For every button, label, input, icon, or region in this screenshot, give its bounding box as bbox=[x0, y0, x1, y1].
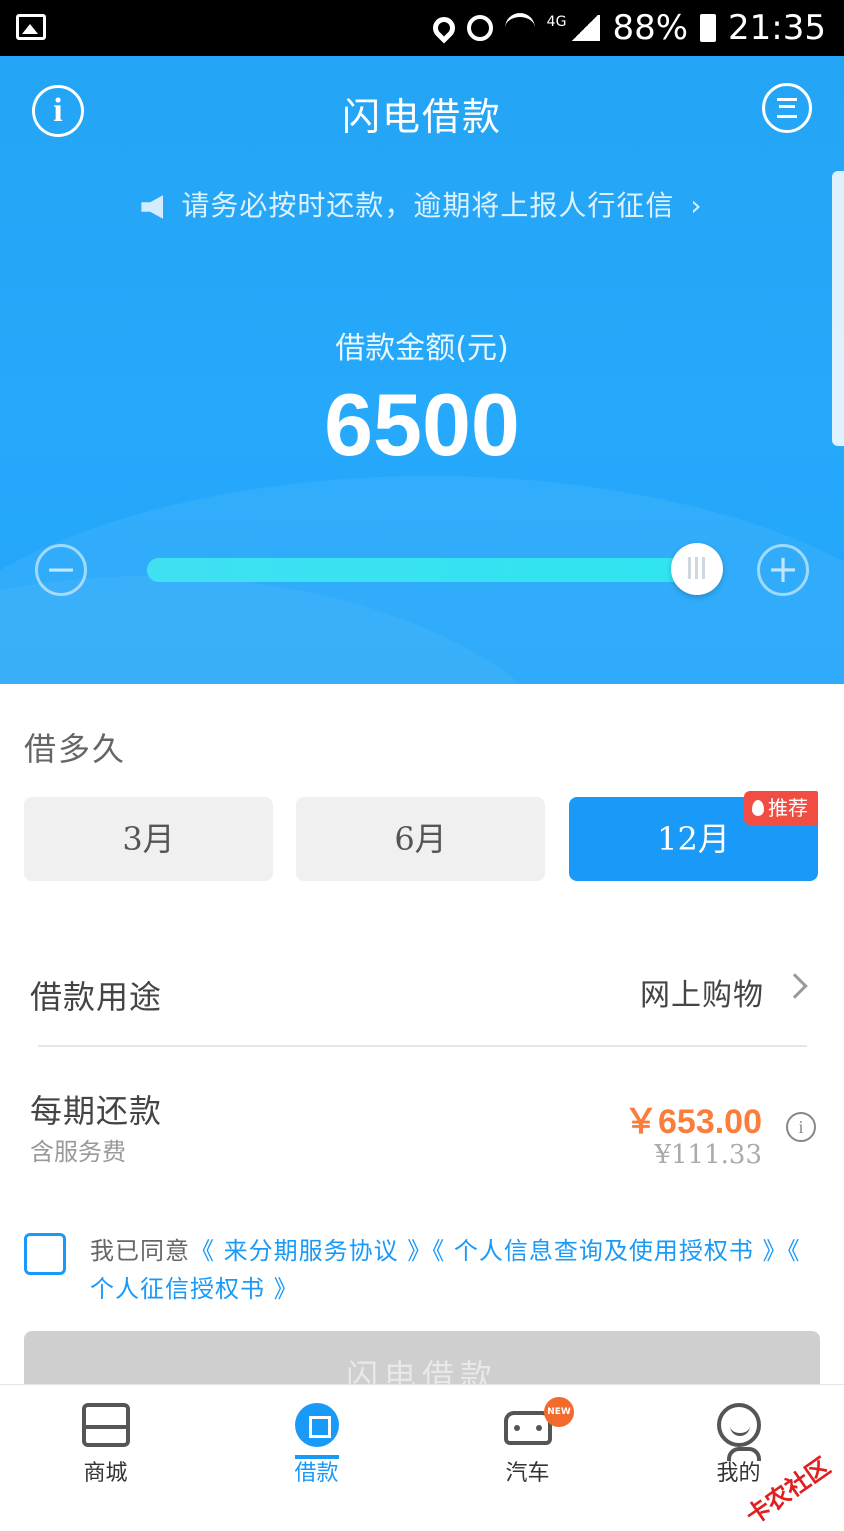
agreement-checkbox[interactable] bbox=[24, 1233, 66, 1275]
tab-label: 汽车 bbox=[505, 1461, 550, 1486]
battery-icon bbox=[700, 14, 717, 42]
purpose-value: 网上购物 bbox=[640, 978, 764, 1013]
page-title: 闪电借款 bbox=[341, 95, 502, 139]
amount-slider[interactable] bbox=[147, 558, 707, 582]
repayment-label: 每期还款 bbox=[30, 1092, 163, 1130]
message-icon[interactable] bbox=[762, 83, 812, 133]
amount-slider-fill bbox=[147, 558, 707, 582]
status-bar: 4G 88% 21:35 bbox=[0, 0, 844, 56]
term-option-12[interactable]: 12月 推荐 bbox=[569, 791, 818, 881]
signal-icon bbox=[570, 15, 601, 41]
amount-slider-handle[interactable] bbox=[671, 543, 723, 595]
network-type: 4G bbox=[546, 14, 567, 30]
term-section-title: 借多久 bbox=[24, 730, 127, 768]
decrease-amount-button[interactable]: − bbox=[35, 544, 87, 596]
repayment-sub-label: 含服务费 bbox=[30, 1138, 126, 1166]
recommend-badge-label: 推荐 bbox=[768, 796, 808, 820]
amount-label: 借款金额(元) bbox=[335, 331, 509, 366]
tab-loan[interactable]: 借款 bbox=[211, 1385, 422, 1501]
alarm-icon bbox=[466, 15, 493, 41]
repayment-original-amount: ¥111.33 bbox=[654, 1140, 762, 1170]
service-agreement-link[interactable]: 《 来分期服务协议 》 bbox=[190, 1237, 432, 1265]
notice-text: 请务必按时还款，逾期将上报人行征信 bbox=[181, 189, 675, 222]
tab-label: 商城 bbox=[83, 1461, 128, 1486]
loan-icon bbox=[295, 1403, 339, 1459]
location-icon bbox=[428, 12, 460, 44]
agreement-text: 我已同意《 来分期服务协议 》《 个人信息查询及使用授权书 》《 个人征信授权书… bbox=[90, 1232, 810, 1308]
term-option-label: 3月 bbox=[122, 820, 175, 858]
clock: 21:35 bbox=[728, 8, 826, 48]
battery-percent: 88% bbox=[612, 8, 689, 48]
flame-icon bbox=[752, 800, 764, 816]
new-badge: NEW bbox=[544, 1397, 574, 1427]
repayment-info-icon[interactable]: i bbox=[786, 1112, 816, 1142]
divider bbox=[38, 1045, 807, 1047]
purpose-label: 借款用途 bbox=[30, 978, 163, 1016]
amount-value: 6500 bbox=[324, 375, 520, 474]
increase-amount-button[interactable]: + bbox=[757, 544, 809, 596]
tab-label: 借款 bbox=[294, 1461, 339, 1486]
chevron-right-icon bbox=[782, 973, 808, 999]
chevron-right-icon: › bbox=[690, 189, 703, 222]
term-option-6[interactable]: 6月 bbox=[296, 797, 545, 881]
speaker-icon bbox=[141, 195, 164, 219]
store-icon bbox=[82, 1403, 130, 1447]
term-option-label: 6月 bbox=[394, 820, 447, 858]
recommend-badge: 推荐 bbox=[744, 791, 818, 825]
gallery-notification-icon bbox=[16, 14, 46, 40]
wifi-icon bbox=[504, 13, 535, 43]
tab-store[interactable]: 商城 bbox=[0, 1385, 211, 1501]
term-option-label: 12月 bbox=[657, 820, 730, 858]
status-icons: 4G 88% 21:35 bbox=[428, 8, 826, 48]
repayment-amount: ￥653.00 bbox=[624, 1103, 762, 1141]
tab-car[interactable]: NEW 汽车 bbox=[422, 1385, 633, 1501]
term-option-3[interactable]: 3月 bbox=[24, 797, 273, 881]
profile-icon bbox=[717, 1403, 761, 1461]
loan-hero-panel: i 闪电借款 请务必按时还款，逾期将上报人行征信 › 借款金额(元) 6500 −… bbox=[0, 56, 844, 684]
notice-bar[interactable]: 请务必按时还款，逾期将上报人行征信 › bbox=[0, 184, 844, 224]
agreement-prefix: 我已同意 bbox=[90, 1237, 190, 1265]
personal-info-authorization-link[interactable]: 《 个人信息查询及使用授权书 》 bbox=[432, 1237, 787, 1265]
bottom-tab-bar: 商城 借款 NEW 汽车 我的 卡农社区 bbox=[0, 1384, 844, 1530]
